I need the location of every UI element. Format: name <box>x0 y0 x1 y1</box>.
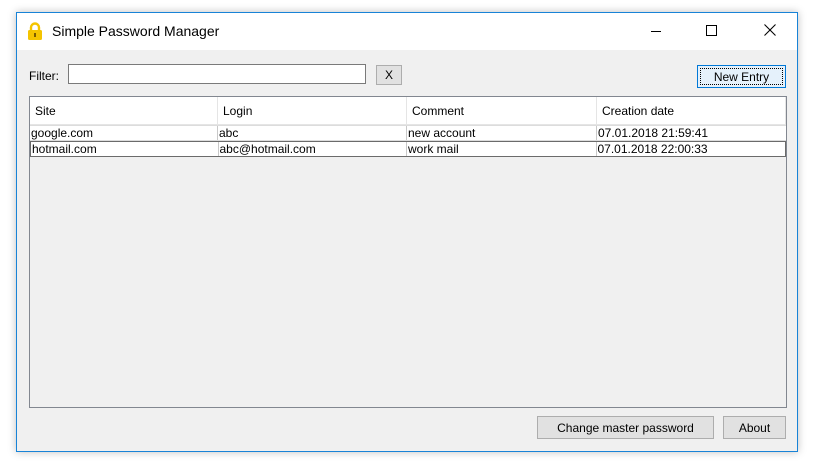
new-entry-button[interactable]: New Entry <box>697 65 786 88</box>
cell-comment: new account <box>407 126 597 140</box>
entries-table[interactable]: Site Login Comment Creation date google.… <box>29 96 787 408</box>
table-body: google.com abc new account 07.01.2018 21… <box>30 125 786 157</box>
cell-login: abc@hotmail.com <box>219 142 407 156</box>
about-button[interactable]: About <box>723 416 786 439</box>
cell-creation-date: 07.01.2018 22:00:33 <box>597 142 708 156</box>
filter-input[interactable] <box>68 64 366 84</box>
window-title: Simple Password Manager <box>52 23 220 39</box>
maximize-button[interactable] <box>688 13 734 50</box>
close-button[interactable] <box>747 13 793 50</box>
table-header: Site Login Comment Creation date <box>30 97 786 125</box>
table-row[interactable]: hotmail.com abc@hotmail.com work mail 07… <box>30 141 786 157</box>
main-window: Simple Password Manager Filter: X New En… <box>16 12 798 452</box>
column-header-site[interactable]: Site <box>30 97 218 125</box>
cell-site: hotmail.com <box>31 142 219 156</box>
title-bar[interactable]: Simple Password Manager <box>17 13 797 50</box>
column-header-creation-date[interactable]: Creation date <box>597 97 786 125</box>
maximize-icon <box>705 24 717 39</box>
cell-creation-date: 07.01.2018 21:59:41 <box>598 126 709 140</box>
change-master-password-button[interactable]: Change master password <box>537 416 714 439</box>
cell-login: abc <box>218 126 407 140</box>
new-entry-label: New Entry <box>713 69 770 84</box>
close-icon <box>764 24 776 39</box>
minimize-icon <box>651 25 661 39</box>
cell-site: google.com <box>30 126 218 140</box>
padlock-icon <box>27 22 43 41</box>
column-header-login[interactable]: Login <box>218 97 407 125</box>
table-row[interactable]: google.com abc new account 07.01.2018 21… <box>30 125 786 141</box>
clear-filter-button[interactable]: X <box>376 65 402 85</box>
minimize-button[interactable] <box>633 13 679 50</box>
column-header-comment[interactable]: Comment <box>407 97 597 125</box>
filter-label: Filter: <box>29 69 59 83</box>
cell-comment: work mail <box>407 142 597 156</box>
